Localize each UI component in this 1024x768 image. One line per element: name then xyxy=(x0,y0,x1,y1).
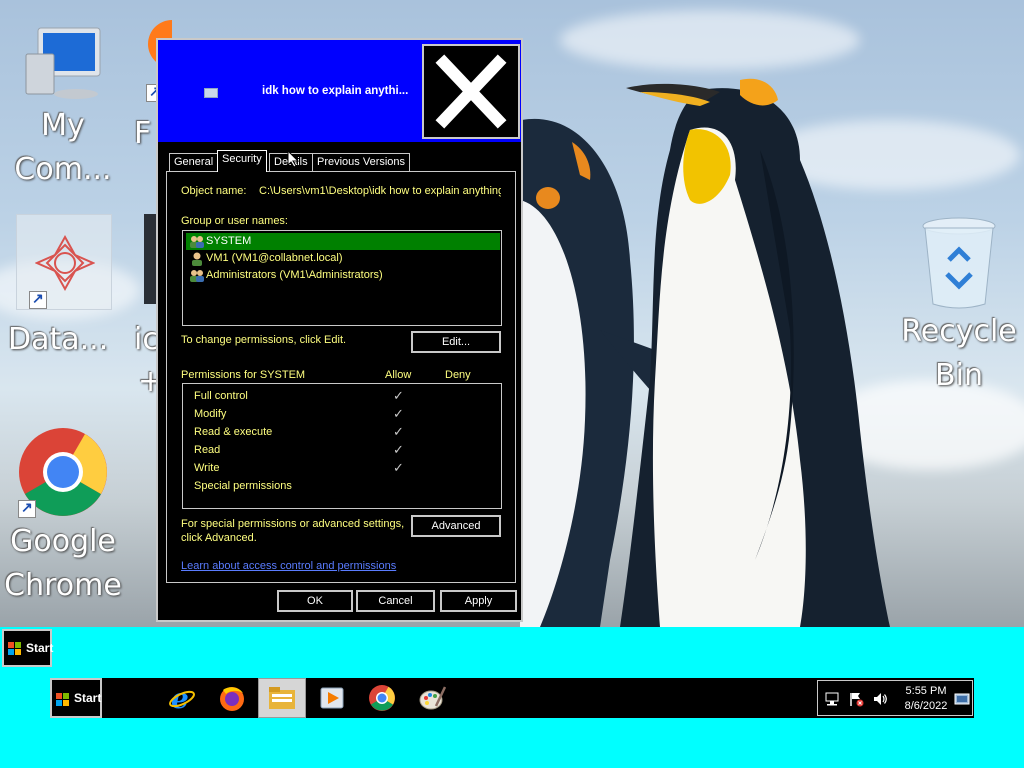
permissions-header: Permissions for SYSTEM xyxy=(181,369,306,381)
paint-icon xyxy=(419,686,446,710)
desktop-icon-label: My xyxy=(41,108,85,143)
security-tab-panel: Object name: C:\Users\vm1\Desktop\idk ho… xyxy=(166,171,516,583)
allow-check-icon: ✓ xyxy=(393,406,404,421)
permission-name: Read & execute xyxy=(194,426,273,438)
shortcut-arrow-icon xyxy=(18,499,36,518)
taskbar-media-player-button[interactable] xyxy=(314,680,350,716)
object-name-label: Object name: xyxy=(181,185,247,197)
user-group-icon xyxy=(190,236,204,248)
allow-check-icon: ✓ xyxy=(393,388,404,403)
desktop-icon-label: Data... xyxy=(8,322,109,357)
tab-security[interactable]: Security xyxy=(217,150,267,172)
change-permissions-text: To change permissions, click Edit. xyxy=(181,334,347,346)
taskbar-firefox-button[interactable] xyxy=(214,680,250,716)
network-icon[interactable] xyxy=(824,691,840,707)
chrome-icon xyxy=(369,685,395,711)
desktop-icon-my-computer[interactable]: My Com... xyxy=(8,24,118,192)
permission-name: Full control xyxy=(194,390,248,402)
start-button-top[interactable]: Start xyxy=(2,629,54,667)
group-names-label: Group or user names: xyxy=(181,215,288,227)
user-list-item-administrators[interactable]: Administrators (VM1\Administrators) xyxy=(186,267,500,284)
volume-icon[interactable] xyxy=(872,691,888,707)
ok-button[interactable]: OK xyxy=(277,590,353,612)
user-name: SYSTEM xyxy=(206,235,252,247)
permission-name: Modify xyxy=(194,408,227,420)
taskbar-file-explorer-button[interactable] xyxy=(258,678,306,718)
permission-name: Read xyxy=(194,444,221,456)
file-explorer-icon xyxy=(269,687,295,709)
start-label: Start xyxy=(26,641,54,655)
desktop-icon-recycle-bin[interactable]: Recycle Bin xyxy=(898,216,1020,398)
dialog-title: idk how to explain anythi... xyxy=(262,85,409,97)
desktop-icon-label: F xyxy=(134,116,152,151)
system-tray: 5:55 PM 8/6/2022 xyxy=(817,680,973,716)
start-button[interactable]: Start xyxy=(50,678,102,718)
access-control-help-link[interactable]: Learn about access control and permissio… xyxy=(181,560,396,572)
windows-logo-icon xyxy=(56,693,69,706)
close-icon xyxy=(435,54,507,129)
close-button[interactable] xyxy=(422,44,520,139)
user-list-item-system[interactable]: SYSTEM xyxy=(186,233,500,250)
taskbar-paint-button[interactable] xyxy=(414,680,450,716)
user-list[interactable]: SYSTEM VM1 (VM1@collabnet.local) Adminis… xyxy=(182,230,502,326)
user-list-item-vm1[interactable]: VM1 (VM1@collabnet.local) xyxy=(186,250,500,267)
desktop-icon-label: Chrome xyxy=(4,568,122,603)
desktop-icon-data[interactable]: Data... xyxy=(4,214,124,357)
action-center-flag-icon[interactable] xyxy=(848,691,864,707)
ie-icon: e xyxy=(169,684,195,712)
permission-name: Write xyxy=(194,462,220,474)
special-permissions-text: click Advanced. xyxy=(181,532,257,544)
dialog-title-bar[interactable]: idk how to explain anythi... xyxy=(158,40,521,142)
desktop-icon-google-chrome[interactable]: Google Chrome xyxy=(0,424,126,608)
windows-logo-icon xyxy=(8,642,21,655)
desktop-icon-label: Google xyxy=(10,524,116,559)
user-name: Administrators (VM1\Administrators) xyxy=(206,269,383,281)
advanced-button[interactable]: Advanced xyxy=(411,515,501,537)
permissions-list: Full control ✓ Modify ✓ Read & execute ✓… xyxy=(182,383,502,509)
start-label: Start xyxy=(74,691,102,705)
taskbar-chrome-button[interactable] xyxy=(364,680,400,716)
desktop-icon-label: Recycle xyxy=(901,314,1017,349)
data-app-icon xyxy=(16,214,112,310)
tab-previous-versions[interactable]: Previous Versions xyxy=(312,153,411,171)
taskbar: Start e 5:55 PM 8/6/2022 xyxy=(50,678,974,718)
allow-check-icon: ✓ xyxy=(393,460,404,475)
object-name-value: C:\Users\vm1\Desktop\idk how to explain … xyxy=(259,185,501,197)
file-icon xyxy=(204,88,218,98)
desktop-icon-label: Bin xyxy=(935,358,983,393)
computer-icon xyxy=(25,27,101,99)
allow-check-icon: ✓ xyxy=(393,424,404,439)
firefox-icon xyxy=(220,687,244,711)
desktop-icon-label: Com... xyxy=(14,152,112,187)
show-desktop-icon[interactable] xyxy=(954,691,970,707)
clock-date[interactable]: 8/6/2022 xyxy=(898,700,954,712)
mouse-cursor-icon xyxy=(287,150,299,168)
allow-column-header: Allow xyxy=(385,369,412,381)
media-player-icon xyxy=(320,687,344,709)
apply-button[interactable]: Apply xyxy=(440,590,517,612)
user-icon xyxy=(192,252,202,266)
special-permissions-text: For special permissions or advanced sett… xyxy=(181,518,405,530)
user-name: VM1 (VM1@collabnet.local) xyxy=(206,252,343,264)
allow-check-icon: ✓ xyxy=(393,442,404,457)
clock-time[interactable]: 5:55 PM xyxy=(898,685,954,697)
shortcut-arrow-icon xyxy=(29,290,47,309)
desktop-icon-partial[interactable]: ic + xyxy=(134,214,163,399)
taskbar-ie-button[interactable]: e xyxy=(164,680,200,716)
permission-name: Special permissions xyxy=(194,480,292,492)
tab-general[interactable]: General xyxy=(169,153,219,171)
edit-button[interactable]: Edit... xyxy=(411,331,501,353)
cancel-button[interactable]: Cancel xyxy=(356,590,435,612)
recycle-bin-icon xyxy=(922,217,996,309)
taskbar-area: Start Start e 5:55 PM 8/6/2022 xyxy=(0,627,1024,768)
deny-column-header: Deny xyxy=(445,369,471,381)
properties-dialog: idk how to explain anythi... General Sec… xyxy=(156,38,523,622)
user-group-icon xyxy=(190,270,204,282)
